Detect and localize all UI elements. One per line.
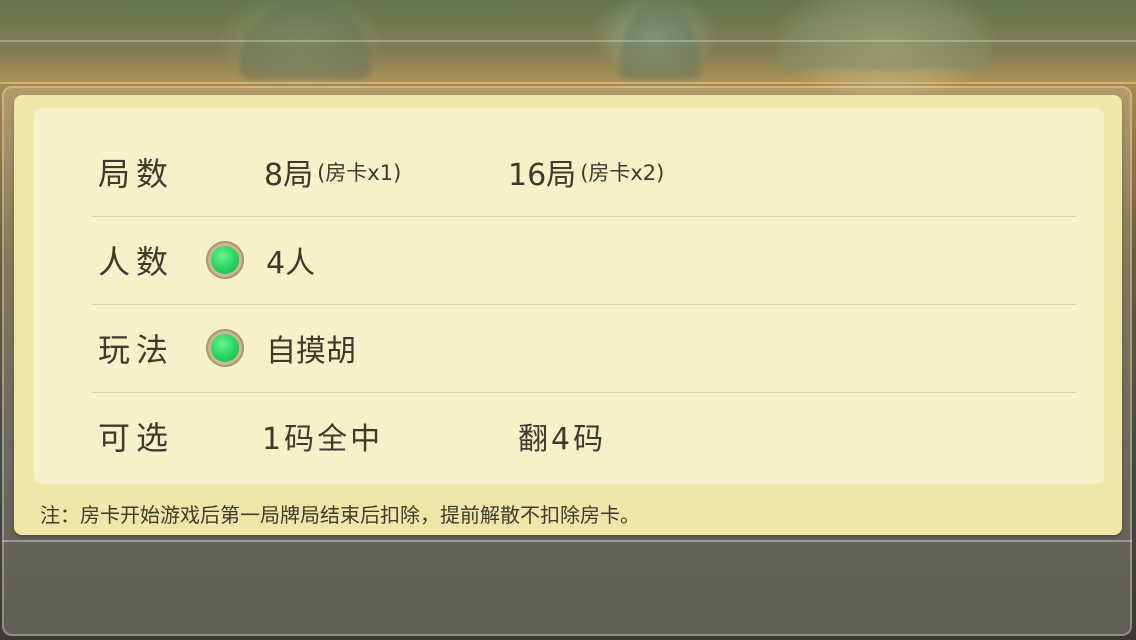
players-label: 人数 — [98, 243, 175, 281]
rules-option-zimohu[interactable]: 自摸胡 — [206, 326, 356, 370]
rounds-option-text: 16局 — [508, 158, 577, 193]
rules-row: 玩法 自摸胡 — [92, 304, 1076, 393]
footer-note: 注：房卡开始游戏后第一局牌局结束后扣除，提前解散不扣除房卡。 — [40, 503, 640, 527]
divider — [0, 40, 1136, 42]
players-option-text: 4人 — [266, 246, 316, 281]
radio-button[interactable] — [206, 241, 244, 279]
players-row: 人数 4人 — [92, 216, 1076, 305]
create-room-dialog: 局数 8局 (房卡x1) 16局 (房卡x2) 人数 4人 玩法 自摸胡 可选 … — [14, 95, 1122, 535]
radio-button[interactable] — [206, 329, 244, 367]
rules-label: 玩法 — [98, 331, 175, 369]
rounds-option-cost: (房卡x2) — [580, 161, 665, 185]
settings-panel: 局数 8局 (房卡x1) 16局 (房卡x2) 人数 4人 玩法 自摸胡 可选 … — [34, 108, 1104, 484]
top-bar — [0, 0, 1136, 84]
divider — [2, 540, 1132, 542]
rules-option-text: 自摸胡 — [266, 334, 356, 369]
optional-option-fan4ma[interactable]: 翻4码 — [518, 414, 606, 458]
optional-option-1ma[interactable]: 1码全中 — [262, 414, 383, 458]
game-screen: 局数 8局 (房卡x1) 16局 (房卡x2) 人数 4人 玩法 自摸胡 可选 … — [0, 0, 1136, 640]
rounds-option-16[interactable]: 16局 (房卡x2) — [508, 150, 664, 194]
rounds-row: 局数 8局 (房卡x1) 16局 (房卡x2) — [92, 128, 1076, 217]
players-option-4[interactable]: 4人 — [206, 238, 315, 282]
optional-option-text: 翻4码 — [518, 422, 607, 457]
optional-option-text: 1码全中 — [262, 422, 384, 457]
radio-selected-dot — [211, 334, 239, 362]
radio-selected-dot — [211, 246, 239, 274]
rounds-option-cost: (房卡x1) — [317, 161, 402, 185]
rounds-label: 局数 — [98, 155, 175, 193]
rounds-option-8[interactable]: 8局 (房卡x1) — [264, 150, 401, 194]
rounds-option-text: 8局 — [264, 158, 314, 193]
optional-label: 可选 — [98, 419, 175, 457]
optional-row: 可选 1码全中 翻4码 — [92, 392, 1076, 480]
